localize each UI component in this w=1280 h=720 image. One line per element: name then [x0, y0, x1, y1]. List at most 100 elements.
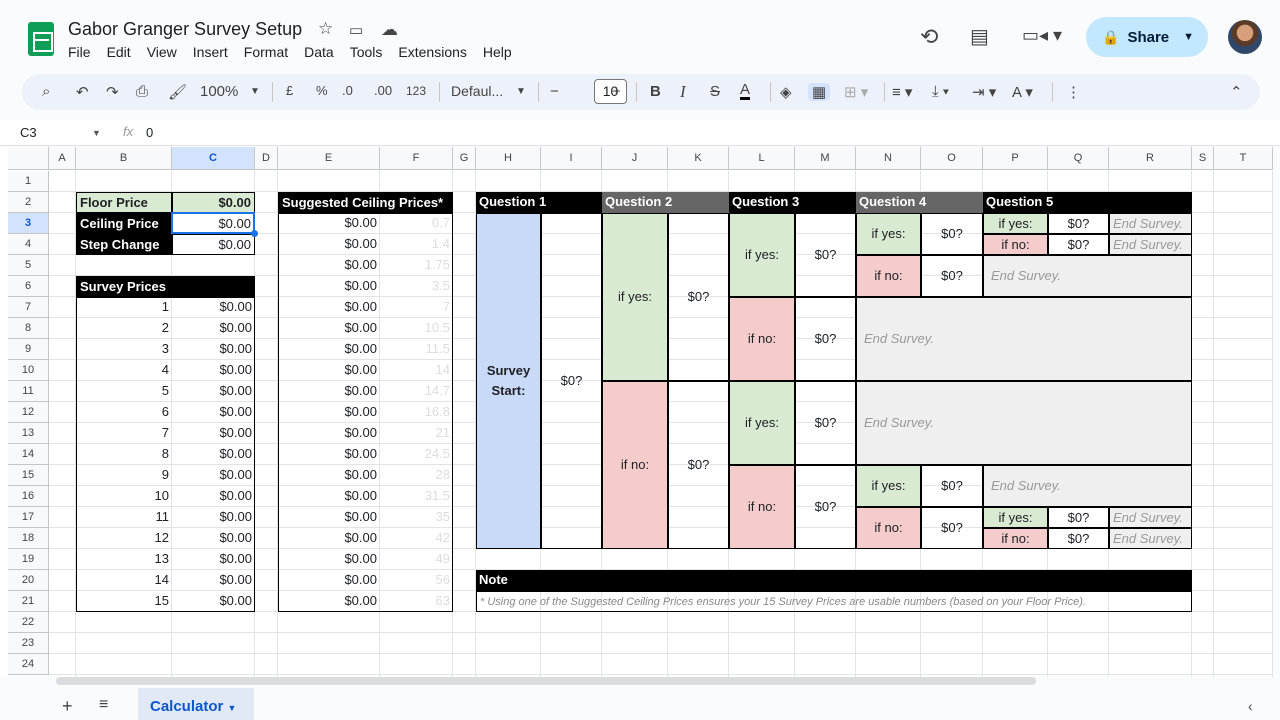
ceiling-price-value[interactable]: $0.00 [278, 213, 380, 234]
q4b-no-label[interactable]: if no: [856, 507, 921, 549]
menu-data[interactable]: Data [304, 44, 334, 60]
merge-cells-icon[interactable]: ⊞ ▾ [844, 83, 868, 101]
column-header-t[interactable]: T [1214, 147, 1273, 170]
end-survey-cell[interactable]: End Survey. [1109, 213, 1192, 234]
survey-start-price[interactable]: $0? [541, 213, 602, 549]
survey-price-number[interactable]: 5 [76, 381, 172, 402]
menu-edit[interactable]: Edit [107, 44, 131, 60]
q2-no-label[interactable]: if no: [602, 381, 668, 549]
decrease-font-size-icon[interactable]: − [550, 83, 559, 100]
survey-price-number[interactable]: 6 [76, 402, 172, 423]
menu-format[interactable]: Format [244, 44, 288, 60]
ceiling-price-value[interactable]: $0.00 [278, 570, 380, 591]
survey-price-value[interactable]: $0.00 [172, 360, 255, 381]
ceiling-price-value[interactable]: $0.00 [278, 444, 380, 465]
select-all-corner[interactable] [8, 147, 49, 170]
row-header-8[interactable]: 8 [8, 318, 49, 339]
column-header-i[interactable]: I [541, 147, 602, 170]
ceiling-price-hint[interactable]: 56 [380, 570, 453, 591]
ceiling-price-value[interactable]: $0.00 [278, 528, 380, 549]
question-2-header[interactable]: Question 2 [602, 192, 729, 213]
chevron-down-icon[interactable]: ▼ [516, 86, 526, 97]
italic-icon[interactable]: I [680, 82, 686, 102]
move-folder-icon[interactable]: ▭ [349, 21, 363, 39]
survey-price-value[interactable]: $0.00 [172, 297, 255, 318]
ceiling-price-value[interactable]: $0.00 [278, 318, 380, 339]
column-header-s[interactable]: S [1192, 147, 1214, 170]
row-header-22[interactable]: 22 [8, 612, 49, 633]
ceiling-price-value[interactable]: $0.00 [278, 465, 380, 486]
q2-no-price[interactable]: $0? [668, 381, 729, 549]
avatar[interactable] [1228, 20, 1262, 54]
column-header-q[interactable]: Q [1048, 147, 1109, 170]
q5-price[interactable]: $0? [1048, 213, 1109, 234]
column-header-a[interactable]: A [49, 147, 76, 170]
ceiling-price-hint[interactable]: 28 [380, 465, 453, 486]
survey-price-value[interactable]: $0.00 [172, 318, 255, 339]
q3b-yes-price[interactable]: $0? [795, 381, 856, 465]
q4b-no-price[interactable]: $0? [921, 507, 983, 549]
q4-yes-price[interactable]: $0? [921, 213, 983, 255]
column-header-d[interactable]: D [255, 147, 278, 170]
survey-price-value[interactable]: $0.00 [172, 570, 255, 591]
column-header-h[interactable]: H [476, 147, 541, 170]
row-header-6[interactable]: 6 [8, 276, 49, 297]
strikethrough-icon[interactable]: S [710, 83, 720, 100]
chevron-down-icon[interactable]: ▼ [92, 128, 101, 138]
ceiling-price-label[interactable]: Ceiling Price [76, 213, 172, 234]
row-header-16[interactable]: 16 [8, 486, 49, 507]
menu-insert[interactable]: Insert [193, 44, 228, 60]
q5-answer-label[interactable]: if no: [983, 528, 1048, 549]
row-header-9[interactable]: 9 [8, 339, 49, 360]
end-survey-cell[interactable]: End Survey. [983, 465, 1192, 507]
column-header-n[interactable]: N [856, 147, 921, 170]
column-header-o[interactable]: O [921, 147, 983, 170]
q3-yes-price[interactable]: $0? [795, 213, 856, 297]
sheet-tab-calculator[interactable]: Calculator ▼ [138, 688, 254, 720]
q5-answer-label[interactable]: if yes: [983, 213, 1048, 234]
ceiling-price-hint[interactable]: 14 [380, 360, 453, 381]
ceiling-price-value[interactable]: $0.00 [278, 255, 380, 276]
ceiling-price-hint[interactable]: 10.5 [380, 318, 453, 339]
ceiling-price-value[interactable]: $0.00 [278, 486, 380, 507]
survey-price-value[interactable]: $0.00 [172, 528, 255, 549]
row-header-24[interactable]: 24 [8, 654, 49, 675]
end-survey-cell[interactable]: End Survey. [983, 255, 1192, 297]
row-header-14[interactable]: 14 [8, 444, 49, 465]
row-header-20[interactable]: 20 [8, 570, 49, 591]
question-5-header[interactable]: Question 5 [983, 192, 1192, 213]
ceiling-price-hint[interactable]: 31.5 [380, 486, 453, 507]
column-header-p[interactable]: P [983, 147, 1048, 170]
ceiling-price-hint[interactable]: 16.8 [380, 402, 453, 423]
menu-view[interactable]: View [147, 44, 177, 60]
survey-price-value[interactable]: $0.00 [172, 339, 255, 360]
increase-decimal-button[interactable]: .00 [374, 83, 392, 98]
survey-price-number[interactable]: 2 [76, 318, 172, 339]
survey-price-value[interactable]: $0.00 [172, 486, 255, 507]
q3b-yes-label[interactable]: if yes: [729, 381, 795, 465]
fill-color-icon[interactable]: ◈ [780, 83, 792, 101]
ceiling-price-hint[interactable]: 63 [380, 591, 453, 612]
font-select[interactable]: Defaul... [451, 83, 503, 99]
survey-price-value[interactable]: $0.00 [172, 591, 255, 612]
survey-price-value[interactable]: $0.00 [172, 507, 255, 528]
survey-price-number[interactable]: 3 [76, 339, 172, 360]
menu-tools[interactable]: Tools [350, 44, 383, 60]
document-title[interactable]: Gabor Granger Survey Setup [68, 19, 302, 40]
text-wrapping-icon[interactable]: ⇥ ▾ [972, 83, 996, 101]
end-survey-cell[interactable]: End Survey. [1109, 507, 1192, 528]
chevron-down-icon[interactable]: ▼ [228, 703, 237, 713]
chevron-down-icon[interactable]: ▼ [250, 86, 260, 97]
survey-price-value[interactable]: $0.00 [172, 423, 255, 444]
undo-icon[interactable]: ↶ [76, 83, 89, 101]
q5-price[interactable]: $0? [1048, 234, 1109, 255]
row-header-19[interactable]: 19 [8, 549, 49, 570]
percent-button[interactable]: % [316, 83, 328, 98]
end-survey-cell[interactable]: End Survey. [1109, 234, 1192, 255]
q4-yes-label[interactable]: if yes: [856, 213, 921, 255]
menu-extensions[interactable]: Extensions [398, 44, 466, 60]
q3b-no-label[interactable]: if no: [729, 465, 795, 549]
add-sheet-icon[interactable]: + [62, 696, 73, 717]
survey-price-number[interactable]: 13 [76, 549, 172, 570]
ceiling-price-hint[interactable]: 49 [380, 549, 453, 570]
